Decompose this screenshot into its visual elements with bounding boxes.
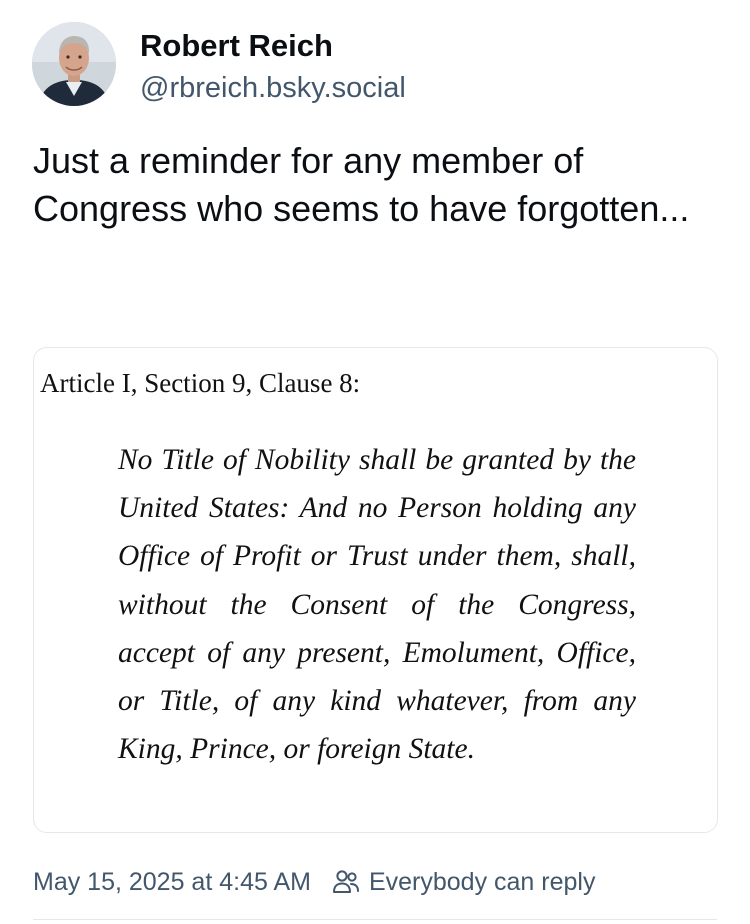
post-meta: May 15, 2025 at 4:45 AM Everybody can re… [33,864,595,900]
post-thread-item: Robert Reich @rbreich.bsky.social Just a… [0,0,750,924]
embedded-image[interactable]: Article I, Section 9, Clause 8: No Title… [33,347,718,833]
author-display-name[interactable]: Robert Reich [140,28,333,64]
clause-body: No Title of Nobility shall be granted by… [118,444,636,766]
reply-setting[interactable]: Everybody can reply [331,867,596,897]
author-handle[interactable]: @rbreich.bsky.social [140,71,406,105]
divider [33,919,717,920]
author-avatar[interactable] [32,22,116,106]
reply-setting-label: Everybody can reply [368,867,596,896]
profile-photo-icon [32,22,116,106]
post-text: Just a reminder for any member of Congre… [33,140,690,229]
post-timestamp[interactable]: May 15, 2025 at 4:45 AM [33,868,311,897]
people-icon [331,867,361,897]
clause-heading: Article I, Section 9, Clause 8: [40,368,361,398]
